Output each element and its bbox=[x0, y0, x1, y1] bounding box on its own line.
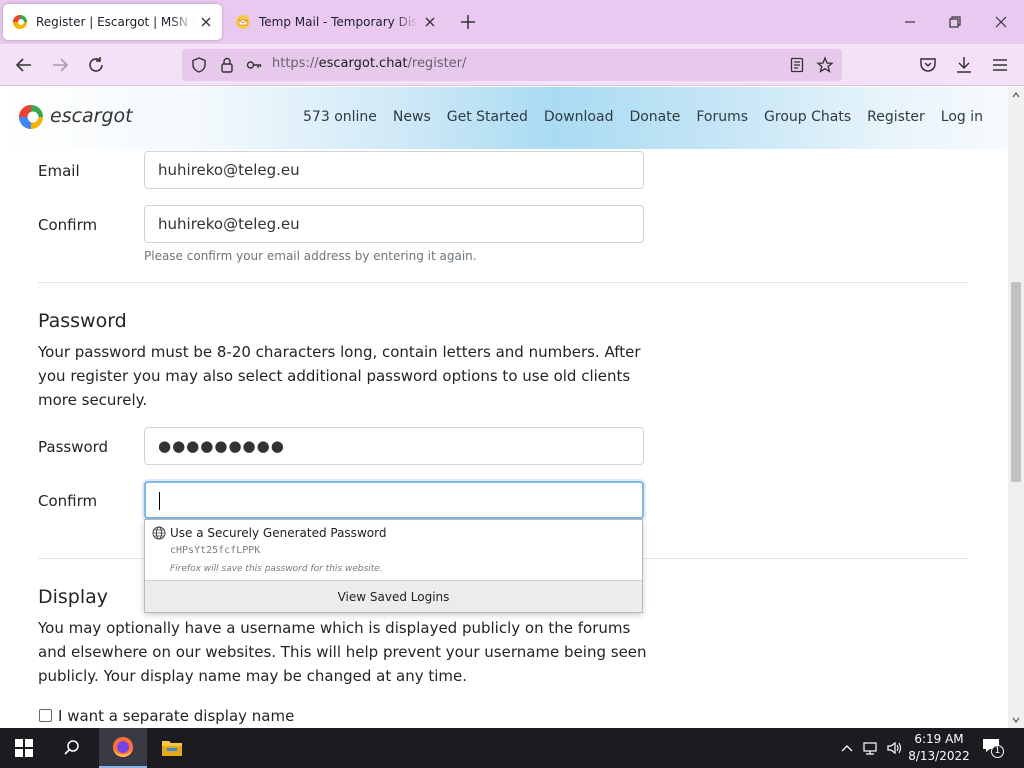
taskbar: 6:19 AM 8/13/2022 1 bbox=[0, 728, 1024, 768]
nav-donate[interactable]: Donate bbox=[629, 109, 680, 125]
password-label: Password bbox=[38, 438, 109, 456]
nav-log-in[interactable]: Log in bbox=[941, 109, 983, 125]
confirm-email-label: Confirm bbox=[38, 216, 98, 234]
password-autocomplete-popup: Use a Securely Generated Password cHPsYt… bbox=[144, 519, 643, 613]
reload-icon[interactable] bbox=[85, 54, 107, 76]
view-saved-logins-button[interactable]: View Saved Logins bbox=[145, 580, 642, 612]
site-header: escargot 573 online News Get Started Dow… bbox=[0, 87, 1008, 149]
nav-get-started[interactable]: Get Started bbox=[447, 109, 528, 125]
online-count: 573 online bbox=[303, 109, 377, 125]
tab-title: Register | Escargot | MSN Messenger bbox=[36, 15, 194, 29]
bookmark-star-icon[interactable] bbox=[816, 56, 834, 74]
nav-download[interactable]: Download bbox=[544, 109, 614, 125]
tab-title: Temp Mail - Temporary Disposable Email bbox=[259, 15, 418, 29]
search-button[interactable] bbox=[48, 728, 96, 768]
tab-temp-mail[interactable]: Temp Mail - Temporary Disposable Email bbox=[226, 4, 446, 40]
close-tab-icon[interactable] bbox=[422, 14, 438, 30]
reader-view-icon[interactable] bbox=[788, 56, 806, 74]
registration-form: Email huhireko@teleg.eu Confirm huhireko… bbox=[0, 149, 1008, 728]
firefox-icon bbox=[113, 737, 133, 757]
scroll-up-icon[interactable] bbox=[1012, 91, 1020, 99]
network-icon[interactable] bbox=[862, 740, 880, 756]
clock-time: 6:19 AM bbox=[914, 732, 964, 746]
generated-password-option[interactable]: Use a Securely Generated Password cHPsYt… bbox=[145, 520, 642, 580]
escargot-logo-icon[interactable] bbox=[18, 104, 44, 130]
generated-password-title: Use a Securely Generated Password bbox=[170, 526, 387, 540]
text-caret bbox=[159, 492, 160, 510]
menu-icon[interactable] bbox=[989, 54, 1011, 76]
close-tab-icon[interactable] bbox=[198, 14, 214, 30]
password-help: Your password must be 8-20 characters lo… bbox=[38, 343, 641, 409]
windows-logo-icon bbox=[15, 739, 33, 757]
generated-password-value: cHPsYt25fcfLPPK bbox=[170, 545, 261, 556]
navigation-toolbar: https://escargot.chat/register/ bbox=[0, 44, 1024, 86]
scrollbar-thumb[interactable] bbox=[1011, 282, 1021, 482]
show-hidden-icons-icon[interactable] bbox=[838, 740, 856, 756]
tab-register[interactable]: Register | Escargot | MSN Messenger bbox=[3, 4, 222, 40]
globe-icon bbox=[152, 526, 166, 540]
confirm-password-label: Confirm bbox=[38, 492, 98, 510]
clock-date: 8/13/2022 bbox=[908, 749, 970, 763]
nav-news[interactable]: News bbox=[393, 109, 431, 125]
downloads-icon[interactable] bbox=[953, 54, 975, 76]
email-field[interactable]: huhireko@teleg.eu bbox=[144, 151, 644, 189]
email-label: Email bbox=[38, 162, 80, 180]
folder-icon bbox=[162, 741, 182, 756]
start-button[interactable] bbox=[0, 728, 48, 768]
scroll-down-icon[interactable] bbox=[1012, 716, 1020, 724]
confirm-email-field[interactable]: huhireko@teleg.eu bbox=[144, 205, 644, 243]
url-bar[interactable]: https://escargot.chat/register/ bbox=[182, 49, 842, 81]
key-icon[interactable] bbox=[245, 56, 263, 74]
password-field[interactable]: ●●●●●●●●● bbox=[144, 427, 644, 465]
url-path: /register/ bbox=[407, 56, 467, 71]
password-heading: Password bbox=[38, 310, 127, 332]
nav-forums[interactable]: Forums bbox=[696, 109, 748, 125]
site-nav: 573 online News Get Started Download Don… bbox=[303, 109, 983, 125]
display-name-checkbox[interactable] bbox=[39, 709, 52, 722]
nav-register[interactable]: Register bbox=[867, 109, 925, 125]
back-icon[interactable] bbox=[13, 54, 35, 76]
restore-icon[interactable] bbox=[945, 12, 965, 32]
pocket-icon[interactable] bbox=[917, 54, 939, 76]
new-tab-icon[interactable] bbox=[458, 12, 478, 32]
url-text[interactable]: https://escargot.chat/register/ bbox=[272, 56, 466, 71]
shield-icon[interactable] bbox=[190, 56, 208, 74]
notification-center[interactable]: 1 bbox=[982, 738, 1004, 758]
taskbar-file-explorer[interactable] bbox=[148, 728, 196, 768]
tab-bar: Register | Escargot | MSN Messenger Temp… bbox=[0, 0, 1024, 44]
section-divider bbox=[38, 282, 968, 283]
close-window-icon[interactable] bbox=[991, 12, 1011, 32]
lock-icon[interactable] bbox=[218, 56, 236, 74]
url-prefix: https:// bbox=[272, 56, 319, 71]
system-clock[interactable]: 6:19 AM 8/13/2022 bbox=[902, 731, 976, 765]
temp-mail-favicon-icon bbox=[236, 15, 250, 29]
notification-badge: 1 bbox=[991, 745, 1004, 758]
forward-icon[interactable] bbox=[49, 54, 71, 76]
taskbar-firefox[interactable] bbox=[99, 728, 147, 768]
nav-group-chats[interactable]: Group Chats bbox=[764, 109, 851, 125]
brand-name[interactable]: escargot bbox=[50, 105, 133, 127]
search-icon bbox=[64, 740, 79, 755]
display-help: You may optionally have a username which… bbox=[38, 619, 647, 685]
escargot-favicon-icon bbox=[13, 15, 27, 29]
confirm-email-hint: Please confirm your email address by ent… bbox=[144, 249, 477, 263]
url-host: escargot.chat bbox=[318, 56, 408, 71]
display-heading: Display bbox=[38, 586, 109, 608]
generated-password-note: Firefox will save this password for this… bbox=[170, 564, 383, 574]
minimize-icon[interactable] bbox=[900, 12, 920, 32]
display-name-checkbox-label[interactable]: I want a separate display name bbox=[58, 707, 294, 725]
page-scrollbar[interactable] bbox=[1008, 87, 1024, 728]
confirm-password-field[interactable] bbox=[144, 481, 644, 519]
